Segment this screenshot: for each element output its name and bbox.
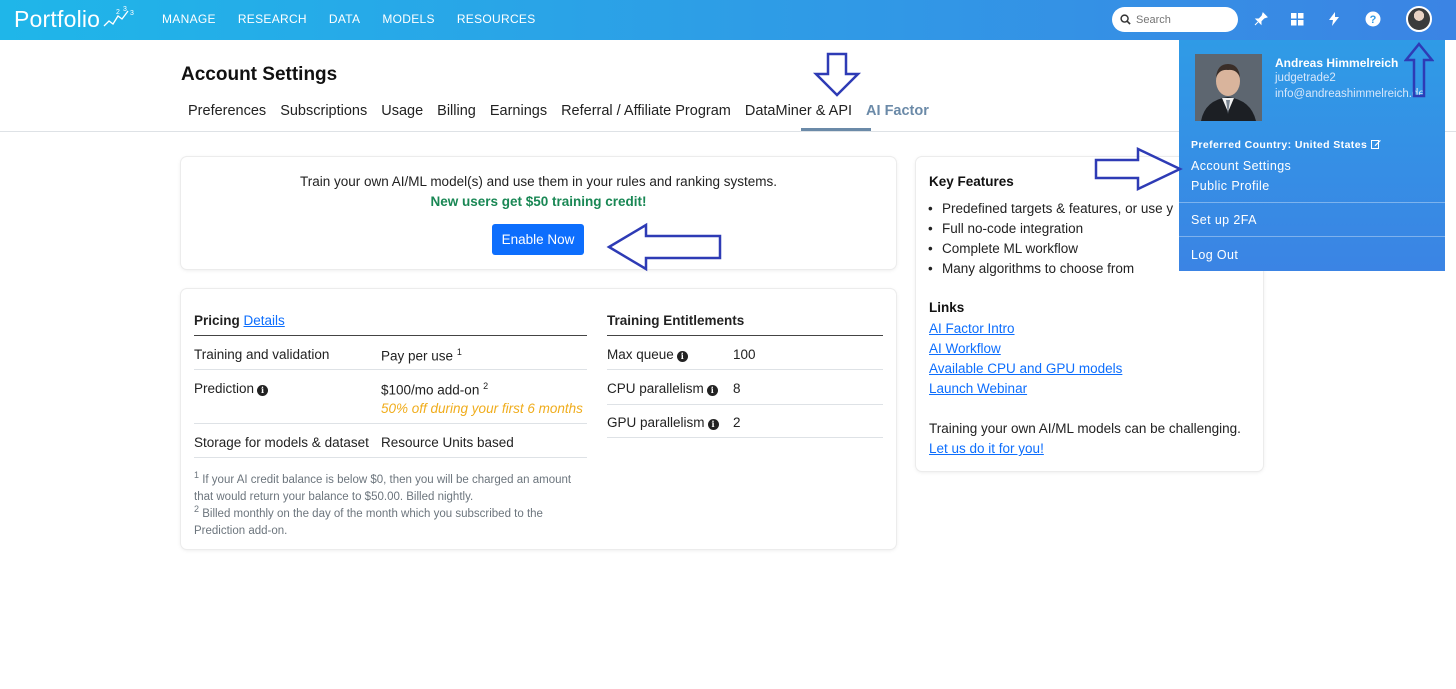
entitlement-row-rule [607, 369, 883, 370]
tab-dataminer-api[interactable]: DataMiner & API [738, 103, 859, 119]
pricing-details-link[interactable]: Details [244, 313, 285, 328]
pricing-heading-row: Pricing Details [194, 313, 285, 328]
user-username: judgetrade2 [1275, 72, 1336, 84]
pricing-row-value: $100/mo add-on 2 [381, 381, 489, 398]
search-icon [1120, 14, 1131, 25]
pricing-row-rule [194, 423, 587, 424]
footnote: 2 Billed monthly on the day of the month… [194, 504, 543, 537]
nav-resources[interactable]: RESOURCES [457, 12, 536, 26]
pricing-row-label: Training and validation [194, 347, 330, 362]
entitlement-label: Max queue i [607, 347, 688, 362]
help-icon[interactable]: ? [1364, 10, 1382, 28]
footnote-ref: 2 [483, 381, 489, 391]
links-heading: Links [929, 300, 965, 315]
entitlement-value: 100 [733, 347, 756, 362]
tab-usage[interactable]: Usage [374, 103, 430, 119]
pin-icon[interactable] [1252, 10, 1270, 28]
nav-data[interactable]: DATA [329, 12, 360, 26]
logo-chart-icon: 2 3 3 [103, 6, 134, 27]
info-icon[interactable]: i [257, 385, 269, 396]
entitlement-label: GPU parallelism i [607, 415, 719, 430]
pricing-row-label: Storage for models & dataset [194, 435, 369, 450]
svg-text:3: 3 [130, 10, 134, 17]
profile-photo [1195, 54, 1262, 121]
feature-item: Many algorithms to choose from [928, 261, 1134, 276]
link-ai-workflow[interactable]: AI Workflow [929, 341, 1001, 356]
annotation-right-arrow-icon [1094, 147, 1183, 191]
tab-preferences[interactable]: Preferences [181, 103, 273, 119]
tab-billing[interactable]: Billing [430, 103, 483, 119]
svg-text:3: 3 [123, 6, 127, 13]
feature-item: Predefined targets & features, or use y [928, 201, 1173, 216]
svg-text:?: ? [1370, 14, 1377, 26]
annotation-down-arrow-icon [812, 52, 862, 97]
promo-credit-text: New users get $50 training credit! [430, 194, 647, 209]
pricing-row-rule [194, 457, 587, 458]
pricing-row-value: Resource Units based [381, 435, 514, 450]
user-name: Andreas Himmelreich [1275, 56, 1399, 70]
footnote-ref: 1 [456, 347, 462, 357]
tab-subscriptions[interactable]: Subscriptions [273, 103, 374, 119]
entitlement-value: 8 [733, 381, 741, 396]
settings-tabs: Preferences Subscriptions Usage Billing … [181, 103, 936, 119]
nav-models[interactable]: MODELS [382, 12, 434, 26]
user-email: info@andreashimmelreich.de [1275, 88, 1425, 100]
annotation-up-arrow-icon [1404, 42, 1434, 98]
brand-logo[interactable]: Portfolio [14, 6, 100, 33]
link-cpu-gpu-models[interactable]: Available CPU and GPU models [929, 361, 1122, 376]
pricing-row-value: Pay per use 1 [381, 347, 462, 364]
info-icon[interactable]: i [706, 385, 718, 396]
info-icon[interactable]: i [707, 419, 719, 430]
avatar[interactable] [1406, 6, 1432, 32]
entitlements-header-rule [607, 335, 883, 336]
entitlement-label: CPU parallelism i [607, 381, 718, 396]
grid-icon[interactable] [1288, 10, 1306, 28]
svg-text:2: 2 [116, 9, 120, 16]
page-title: Account Settings [181, 64, 338, 85]
top-navbar: Portfolio 2 3 3 MANAGE RESEARCH DATA MOD… [0, 0, 1456, 40]
search-input[interactable] [1136, 13, 1236, 26]
pricing-row-label: Prediction i [194, 381, 269, 396]
tab-ai-factor[interactable]: AI Factor [859, 103, 936, 119]
tab-referral[interactable]: Referral / Affiliate Program [554, 103, 738, 119]
nav-research[interactable]: RESEARCH [238, 12, 307, 26]
feature-item: Full no-code integration [928, 221, 1083, 236]
enable-now-button[interactable]: Enable Now [492, 224, 584, 255]
entitlements-heading: Training Entitlements [607, 313, 745, 328]
pricing-header-rule [194, 335, 587, 336]
info-icon[interactable]: i [676, 351, 688, 362]
key-features-heading: Key Features [929, 174, 1014, 189]
pricing-row-rule [194, 369, 587, 370]
link-launch-webinar[interactable]: Launch Webinar [929, 381, 1027, 396]
feature-item: Complete ML workflow [928, 241, 1078, 256]
menu-account-settings[interactable]: Account Settings [1191, 159, 1291, 173]
prediction-discount-note: 50% off during your first 6 months [381, 401, 583, 416]
entitlement-row-rule [607, 437, 883, 438]
closing-text: Training your own AI/ML models can be ch… [929, 421, 1241, 436]
annotation-left-arrow-icon [606, 222, 722, 272]
menu-setup-2fa[interactable]: Set up 2FA [1191, 213, 1257, 227]
promo-description: Train your own AI/ML model(s) and use th… [300, 174, 777, 189]
dropdown-divider [1179, 202, 1445, 203]
entitlement-value: 2 [733, 415, 741, 430]
nav-manage[interactable]: MANAGE [162, 12, 216, 26]
let-us-do-it-link[interactable]: Let us do it for you! [929, 441, 1044, 456]
edit-icon[interactable] [1370, 139, 1381, 149]
tab-earnings[interactable]: Earnings [483, 103, 554, 119]
search-box[interactable] [1112, 7, 1238, 32]
menu-log-out[interactable]: Log Out [1191, 248, 1238, 262]
footnote: 1 If your AI credit balance is below $0,… [194, 470, 572, 503]
lightning-icon[interactable] [1325, 10, 1343, 28]
entitlement-row-rule [607, 404, 883, 405]
pricing-card: Pricing Details Training and validation … [181, 289, 896, 549]
pricing-heading: Pricing [194, 313, 240, 328]
preferred-country[interactable]: Preferred Country: United States [1191, 139, 1381, 151]
link-ai-factor-intro[interactable]: AI Factor Intro [929, 321, 1015, 336]
promo-card: Train your own AI/ML model(s) and use th… [181, 157, 896, 269]
main-menu: MANAGE RESEARCH DATA MODELS RESOURCES [162, 12, 558, 26]
menu-public-profile[interactable]: Public Profile [1191, 179, 1270, 193]
dropdown-divider [1179, 236, 1445, 237]
